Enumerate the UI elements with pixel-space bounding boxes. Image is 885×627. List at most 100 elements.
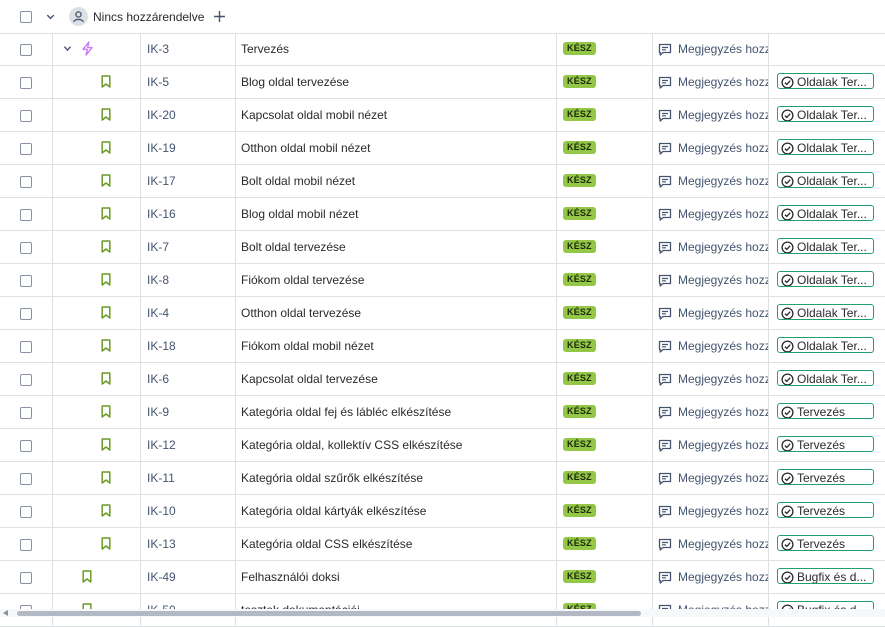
row-select-checkbox[interactable] — [20, 44, 32, 56]
table-row[interactable]: IK-6 Kapcsolat oldal tervezése KÉSZ Megj… — [0, 363, 885, 396]
row-select-checkbox[interactable] — [20, 275, 32, 287]
issue-key[interactable]: IK-11 — [147, 471, 175, 485]
parent-lozenge[interactable]: Oldalak Ter... — [777, 271, 874, 287]
issue-key[interactable]: IK-6 — [147, 372, 169, 386]
issue-key[interactable]: IK-16 — [147, 207, 176, 221]
issue-summary[interactable]: Kategória oldal fej és lábléc elkészítés… — [241, 405, 451, 419]
parent-lozenge[interactable]: Oldalak Ter... — [777, 337, 874, 353]
add-comment-link[interactable]: Megjegyzés hozzáadása — [678, 174, 768, 188]
row-select-checkbox[interactable] — [20, 143, 32, 155]
issue-key[interactable]: IK-7 — [147, 240, 169, 254]
row-select-checkbox[interactable] — [20, 407, 32, 419]
status-badge[interactable]: KÉSZ — [563, 174, 596, 187]
parent-lozenge[interactable]: Oldalak Ter... — [777, 106, 874, 122]
status-badge[interactable]: KÉSZ — [563, 240, 596, 253]
status-badge[interactable]: KÉSZ — [563, 471, 596, 484]
row-select-checkbox[interactable] — [20, 77, 32, 89]
add-comment-link[interactable]: Megjegyzés hozzáadása — [678, 504, 768, 518]
issue-summary[interactable]: Felhasználói doksi — [241, 570, 340, 584]
row-select-checkbox[interactable] — [20, 572, 32, 584]
issue-key[interactable]: IK-8 — [147, 273, 169, 287]
status-badge[interactable]: KÉSZ — [563, 405, 596, 418]
issue-summary[interactable]: Fiókom oldal tervezése — [241, 273, 364, 287]
status-badge[interactable]: KÉSZ — [563, 306, 596, 319]
row-select-checkbox[interactable] — [20, 473, 32, 485]
status-badge[interactable]: KÉSZ — [563, 207, 596, 220]
parent-lozenge[interactable]: Oldalak Ter... — [777, 73, 874, 89]
status-badge[interactable]: KÉSZ — [563, 273, 596, 286]
issue-summary[interactable]: Tervezés — [241, 42, 289, 56]
add-comment-link[interactable]: Megjegyzés hozzáadása — [678, 339, 768, 353]
parent-lozenge[interactable]: Bugfix és d... — [777, 568, 874, 584]
row-select-checkbox[interactable] — [20, 110, 32, 122]
issue-summary[interactable]: Kategória oldal kártyák elkészítése — [241, 504, 426, 518]
row-select-checkbox[interactable] — [20, 341, 32, 353]
table-row[interactable]: IK-5 Blog oldal tervezése KÉSZ Megjegyzé… — [0, 66, 885, 99]
row-select-checkbox[interactable] — [20, 176, 32, 188]
issue-key[interactable]: IK-9 — [147, 405, 169, 419]
status-badge[interactable]: KÉSZ — [563, 339, 596, 352]
issue-summary[interactable]: Fiókom oldal mobil nézet — [241, 339, 374, 353]
issue-summary[interactable]: Kapcsolat oldal tervezése — [241, 372, 378, 386]
issue-key[interactable]: IK-5 — [147, 75, 169, 89]
issue-key[interactable]: IK-18 — [147, 339, 176, 353]
issue-key[interactable]: IK-4 — [147, 306, 169, 320]
parent-lozenge[interactable]: Tervezés — [777, 436, 874, 452]
parent-lozenge[interactable]: Oldalak Ter... — [777, 205, 874, 221]
issue-summary[interactable]: Kategória oldal, kollektív CSS elkészíté… — [241, 438, 462, 452]
parent-lozenge[interactable]: Oldalak Ter... — [777, 370, 874, 386]
parent-lozenge[interactable]: Oldalak Ter... — [777, 139, 874, 155]
add-comment-link[interactable]: Megjegyzés hozzáadása — [678, 42, 768, 56]
table-row[interactable]: IK-7 Bolt oldal tervezése KÉSZ Megjegyzé… — [0, 231, 885, 264]
add-comment-link[interactable]: Megjegyzés hozzáadása — [678, 207, 768, 221]
plus-icon[interactable] — [213, 10, 226, 23]
issue-key[interactable]: IK-13 — [147, 537, 176, 551]
status-badge[interactable]: KÉSZ — [563, 537, 596, 550]
issue-summary[interactable]: Blog oldal tervezése — [241, 75, 349, 89]
add-comment-link[interactable]: Megjegyzés hozzáadása — [678, 273, 768, 287]
issue-key[interactable]: IK-17 — [147, 174, 176, 188]
issue-key[interactable]: IK-10 — [147, 504, 176, 518]
add-comment-link[interactable]: Megjegyzés hozzáadása — [678, 570, 768, 584]
status-badge[interactable]: KÉSZ — [563, 42, 596, 55]
table-row[interactable]: IK-9 Kategória oldal fej és lábléc elkés… — [0, 396, 885, 429]
table-row[interactable]: IK-8 Fiókom oldal tervezése KÉSZ Megjegy… — [0, 264, 885, 297]
table-row[interactable]: IK-11 Kategória oldal szűrők elkészítése… — [0, 462, 885, 495]
parent-lozenge[interactable]: Tervezés — [777, 469, 874, 485]
table-row[interactable]: IK-20 Kapcsolat oldal mobil nézet KÉSZ M… — [0, 99, 885, 132]
parent-lozenge[interactable]: Oldalak Ter... — [777, 238, 874, 254]
issue-summary[interactable]: Otthon oldal tervezése — [241, 306, 361, 320]
table-row[interactable]: IK-3 Tervezés KÉSZ Megjegyzés hozzáadása — [0, 33, 885, 66]
issue-key[interactable]: IK-20 — [147, 108, 176, 122]
table-row[interactable]: IK-49 Felhasználói doksi KÉSZ Megjegyzés… — [0, 561, 885, 594]
scrollbar-thumb[interactable] — [17, 611, 641, 616]
add-comment-link[interactable]: Megjegyzés hozzáadása — [678, 405, 768, 419]
status-badge[interactable]: KÉSZ — [563, 75, 596, 88]
row-select-checkbox[interactable] — [20, 506, 32, 518]
add-comment-link[interactable]: Megjegyzés hozzáadása — [678, 537, 768, 551]
add-comment-link[interactable]: Megjegyzés hozzáadása — [678, 372, 768, 386]
issue-summary[interactable]: Bolt oldal tervezése — [241, 240, 346, 254]
issue-key[interactable]: IK-19 — [147, 141, 176, 155]
table-row[interactable]: IK-4 Otthon oldal tervezése KÉSZ Megjegy… — [0, 297, 885, 330]
parent-lozenge[interactable]: Tervezés — [777, 403, 874, 419]
status-badge[interactable]: KÉSZ — [563, 141, 596, 154]
status-badge[interactable]: KÉSZ — [563, 372, 596, 385]
status-badge[interactable]: KÉSZ — [563, 438, 596, 451]
add-comment-link[interactable]: Megjegyzés hozzáadása — [678, 240, 768, 254]
table-row[interactable]: IK-19 Otthon oldal mobil nézet KÉSZ Megj… — [0, 132, 885, 165]
status-badge[interactable]: KÉSZ — [563, 108, 596, 121]
status-badge[interactable]: KÉSZ — [563, 504, 596, 517]
issue-summary[interactable]: Kategória oldal szűrők elkészítése — [241, 471, 423, 485]
status-badge[interactable]: KÉSZ — [563, 570, 596, 583]
table-row[interactable]: IK-12 Kategória oldal, kollektív CSS elk… — [0, 429, 885, 462]
issue-summary[interactable]: Bolt oldal mobil nézet — [241, 174, 355, 188]
row-select-checkbox[interactable] — [20, 209, 32, 221]
issue-summary[interactable]: Blog oldal mobil nézet — [241, 207, 358, 221]
issue-key[interactable]: IK-3 — [147, 42, 169, 56]
issue-summary[interactable]: Kapcsolat oldal mobil nézet — [241, 108, 387, 122]
scroll-left-arrow-icon[interactable] — [3, 610, 9, 616]
table-row[interactable]: IK-13 Kategória oldal CSS elkészítése KÉ… — [0, 528, 885, 561]
issue-summary[interactable]: Kategória oldal CSS elkészítése — [241, 537, 412, 551]
chevron-down-icon[interactable] — [45, 11, 56, 22]
